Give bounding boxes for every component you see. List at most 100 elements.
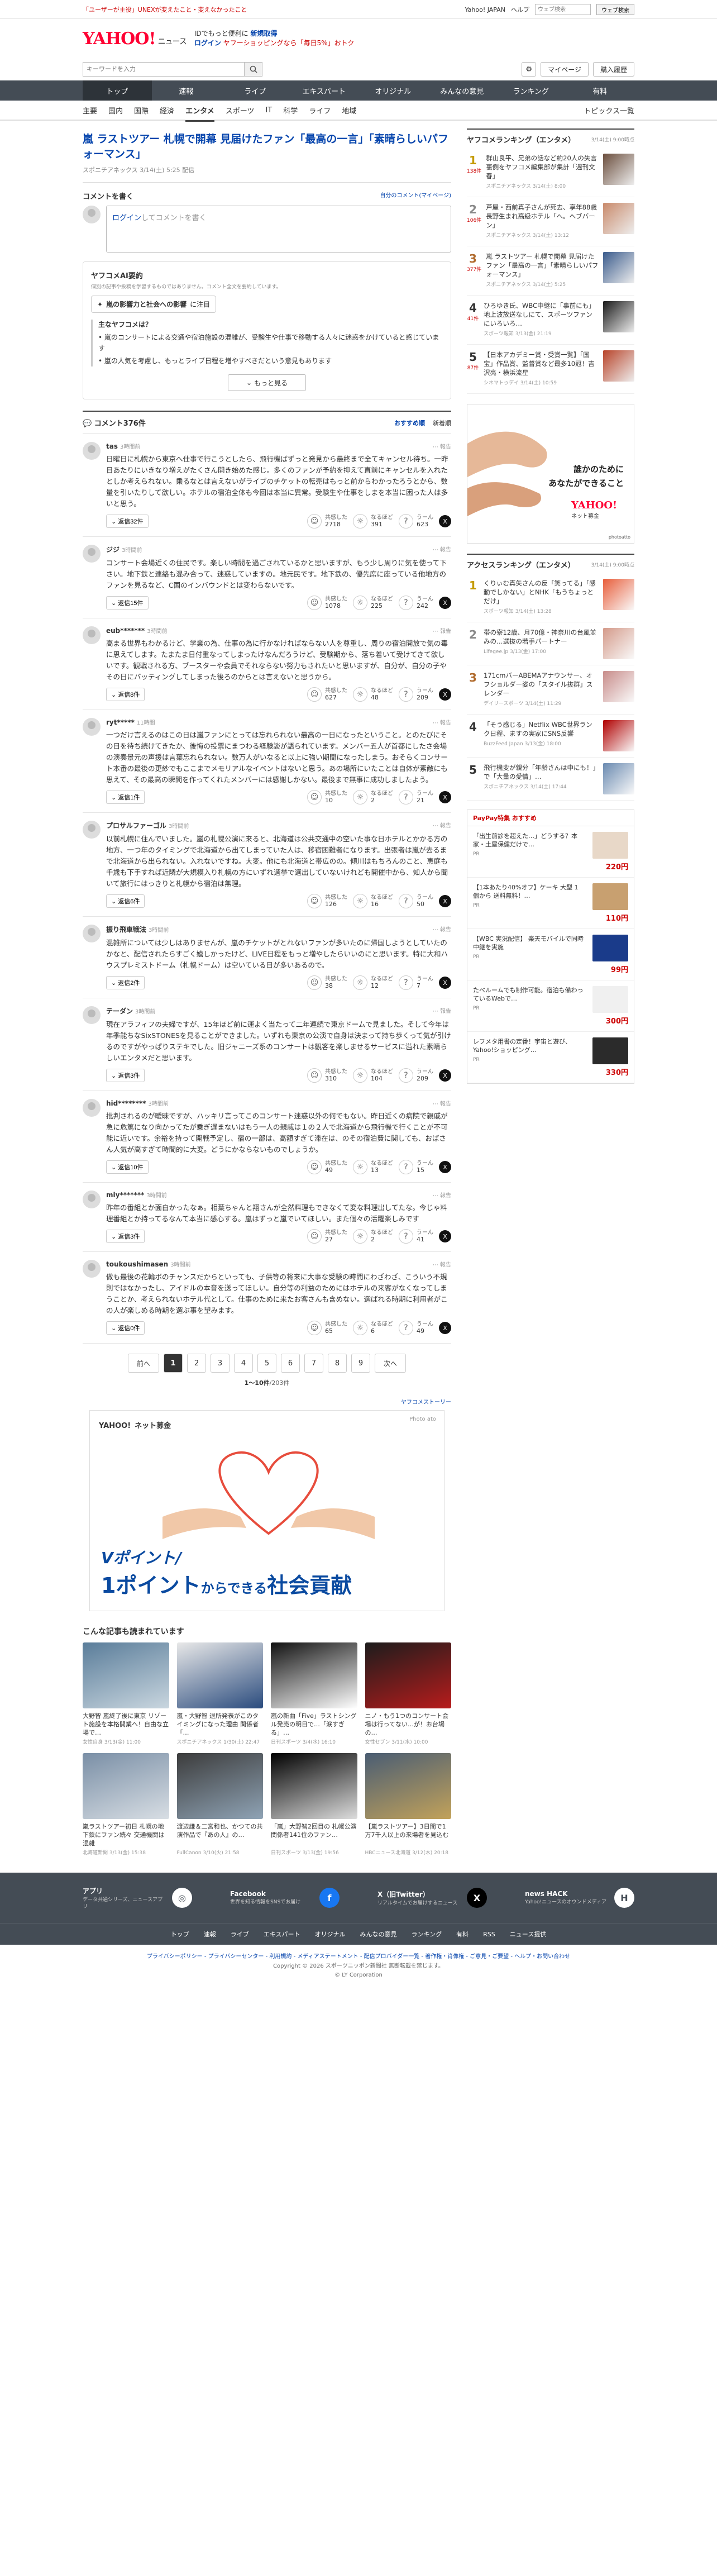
access-item[interactable]: 1 くりぃむ真矢さんの反「笑ってる」「感動でしかない」とNHK「もうちょっとだけ… [467, 573, 634, 622]
insight-button[interactable]: ☼ なるほど 391 [353, 514, 393, 528]
news-search-input[interactable] [83, 62, 245, 77]
replies-button[interactable]: ⌄ 返信1件 [106, 791, 145, 804]
sort-newest[interactable]: 新着順 [433, 418, 451, 427]
empathize-button[interactable]: ☺ 共感した 10 [307, 790, 347, 804]
footer-block[interactable]: Facebook 世界を知る情報をSNSでお届け f [230, 1888, 340, 1908]
footer-legal[interactable]: プライバシーポリシー - プライバシーセンター - 利用規約 - メディアステー… [0, 1945, 717, 1962]
insight-button[interactable]: ☼ なるほど 16 [353, 894, 393, 908]
empathize-button[interactable]: ☺ 共感した 627 [307, 687, 347, 702]
insight-button[interactable]: ☼ なるほど 48 [353, 687, 393, 702]
yahoo-news-logo[interactable]: YAHOO! ニュース [83, 29, 187, 49]
hmm-button[interactable]: ? うーん 15 [399, 1160, 433, 1174]
footer-nav-link[interactable]: オリジナル [314, 1930, 345, 1939]
cat-life[interactable]: ライフ [309, 105, 331, 116]
replies-button[interactable]: ⌄ 返信32件 [106, 515, 149, 528]
page-5[interactable]: 5 [257, 1354, 276, 1373]
replies-button[interactable]: ⌄ 返信0件 [106, 1321, 145, 1335]
footer-nav-link[interactable]: ライブ [231, 1930, 249, 1939]
page-7[interactable]: 7 [304, 1354, 323, 1373]
hmm-button[interactable]: ? うーん 209 [399, 1068, 433, 1083]
page-6[interactable]: 6 [281, 1354, 300, 1373]
signup-link[interactable]: 新規取得 [250, 30, 277, 37]
replies-button[interactable]: ⌄ 返信8件 [106, 688, 145, 701]
topics-list-link[interactable]: トピックス一覧 [584, 105, 634, 116]
report-link[interactable]: ⋯ 報告 [433, 442, 451, 450]
report-link[interactable]: ⋯ 報告 [433, 1099, 451, 1107]
shop-item[interactable]: たべルームでも制作可能。宿泊も備わっているWebで… PR 300円 [467, 980, 634, 1032]
comment-user[interactable]: toukoushimasen [106, 1260, 168, 1268]
x-share-icon[interactable]: X [439, 1230, 451, 1242]
page-4[interactable]: 4 [234, 1354, 253, 1373]
ranking-item[interactable]: 3 377件 嵐 ラストツアー 札幌で開幕 見届けたファン「最高の一言」「素晴らし… [467, 246, 634, 296]
purchase-history-button[interactable]: 購入履歴 [592, 62, 634, 77]
page-8[interactable]: 8 [328, 1354, 347, 1373]
page-2[interactable]: 2 [187, 1354, 206, 1373]
shop-item[interactable]: 「出生前診を超えた…」どうする？本家・土屋保健だけで… PR 220円 [467, 826, 634, 878]
access-item[interactable]: 3 171cmバーABEMAアナウンサー、オフショルダー姿の「スタイル抜群」スレ… [467, 665, 634, 715]
hmm-button[interactable]: ? うーん 21 [399, 790, 433, 804]
x-share-icon[interactable]: X [439, 977, 451, 989]
comment-user[interactable]: プロサルファーゴル [106, 822, 166, 830]
cat-science[interactable]: 科学 [283, 105, 298, 116]
x-share-icon[interactable]: X [439, 1161, 451, 1173]
report-link[interactable]: ⋯ 報告 [433, 718, 451, 726]
empathize-button[interactable]: ☺ 共感した 65 [307, 1321, 347, 1335]
hmm-button[interactable]: ? うーん 50 [399, 894, 433, 908]
footer-nav-link[interactable]: ニュース提供 [510, 1930, 546, 1939]
shop-item[interactable]: 【WBC 実況配信】 楽天モバイルで同時中継を実施 PR 99円 [467, 929, 634, 980]
report-link[interactable]: ⋯ 報告 [433, 1006, 451, 1016]
nav-opinion[interactable]: みんなの意見 [428, 80, 497, 101]
access-item[interactable]: 4 「そう感じる」Netflix WBC世界ランク日程、ますの実家にSNS反響 B… [467, 715, 634, 758]
recommended-item[interactable]: 嵐・大野智 退所発表がこのタイミングになった理由 関係者「… スポニチアネックス… [176, 1642, 263, 1745]
access-item[interactable]: 2 帯の寮12歳、月70億・神奈川の台風並みの…選抜の若手パートナー Lifege… [467, 622, 634, 665]
page-3[interactable]: 3 [211, 1354, 230, 1373]
recommended-item[interactable]: ニノ・もう1つのコンサート会場は行ってない…が！お台場の… 女性セブン 3/11… [365, 1642, 451, 1745]
hmm-button[interactable]: ? うーん 209 [399, 687, 433, 702]
recommended-item[interactable]: 嵐の新曲「Five」ラストシングル発売の明日で…「涙すぎる」… 日刊スポーツ 3… [271, 1642, 357, 1745]
footer-block[interactable]: X（旧Twitter） リアルタイムでお届けするニュース X [377, 1888, 487, 1908]
x-share-icon[interactable]: X [439, 1069, 451, 1082]
footer-nav-link[interactable]: エキスパート [264, 1930, 300, 1939]
x-share-icon[interactable]: X [439, 597, 451, 609]
recommended-item[interactable]: 「嵐」大野智2回目の 札幌公演 関係者141位のファン… 日刊スポーツ 3/13… [271, 1753, 357, 1856]
report-link[interactable]: ⋯ 報告 [433, 821, 451, 830]
promo-link[interactable]: 「ユーザーが主役」UNEXが変えたこと・変えなかったこと [83, 5, 247, 14]
x-share-icon[interactable]: X [439, 791, 451, 803]
search-icon[interactable] [245, 62, 262, 77]
replies-button[interactable]: ⌄ 返信3件 [106, 1069, 145, 1082]
article-title[interactable]: 嵐 ラストツアー 札幌で開幕 見届けたファン「最高の一言」「素晴らしいパフォーマ… [83, 128, 451, 165]
empathize-button[interactable]: ☺ 共感した 1078 [307, 596, 347, 610]
report-link[interactable]: ⋯ 報告 [433, 626, 451, 635]
comment-user[interactable]: ジジ [106, 546, 120, 554]
footer-nav-link[interactable]: RSS [483, 1931, 495, 1938]
footer-nav-link[interactable]: みんなの意見 [360, 1930, 396, 1939]
sort-recommended[interactable]: おすすめ順 [394, 418, 425, 427]
prev-page-button[interactable]: 前へ [128, 1354, 159, 1373]
comment-user[interactable]: eub******* [106, 627, 145, 635]
empathize-button[interactable]: ☺ 共感した 2718 [307, 514, 347, 528]
x-share-icon[interactable]: X [439, 1322, 451, 1334]
footer-nav-link[interactable]: 有料 [456, 1930, 469, 1939]
page-1[interactable]: 1 [164, 1354, 183, 1373]
recommended-item[interactable]: 【嵐ラストツアー】3日間で1万7千人以上の来場者を見込む HBCニュース北海道 … [365, 1753, 451, 1856]
insight-button[interactable]: ☼ なるほど 225 [353, 596, 393, 610]
cat-international[interactable]: 国際 [134, 105, 149, 116]
cat-domestic[interactable]: 国内 [108, 105, 123, 116]
web-search-button[interactable]: ウェブ検索 [596, 4, 634, 15]
yahoo-top-link[interactable]: Yahoo! JAPAN [465, 6, 505, 13]
nav-breaking[interactable]: 速報 [152, 80, 221, 101]
hmm-button[interactable]: ? うーん 623 [399, 514, 433, 528]
show-more-button[interactable]: ⌄ もっと見る [228, 374, 306, 391]
report-link[interactable]: ⋯ 報告 [433, 545, 451, 554]
report-link[interactable]: ⋯ 報告 [433, 925, 451, 934]
x-share-icon[interactable]: X [439, 688, 451, 701]
empathize-button[interactable]: ☺ 共感した 38 [307, 975, 347, 990]
ranking-item[interactable]: 4 41件 ひろゆき氏、WBC中継に「事前にも」地上波放送なしにて、スポーツファン… [467, 296, 634, 345]
insight-button[interactable]: ☼ なるほど 12 [353, 975, 393, 990]
footer-nav-link[interactable]: トップ [171, 1930, 189, 1939]
mypage-button[interactable]: マイページ [541, 62, 589, 77]
access-item[interactable]: 5 飛行機変が親分「年齢さんは中にも！」で「大量の愛情」… スポニチアネックス 3… [467, 758, 634, 801]
comment-user[interactable]: テーダン [106, 1007, 133, 1015]
hmm-button[interactable]: ? うーん 41 [399, 1229, 433, 1244]
comment-user[interactable]: hid******** [106, 1099, 146, 1107]
